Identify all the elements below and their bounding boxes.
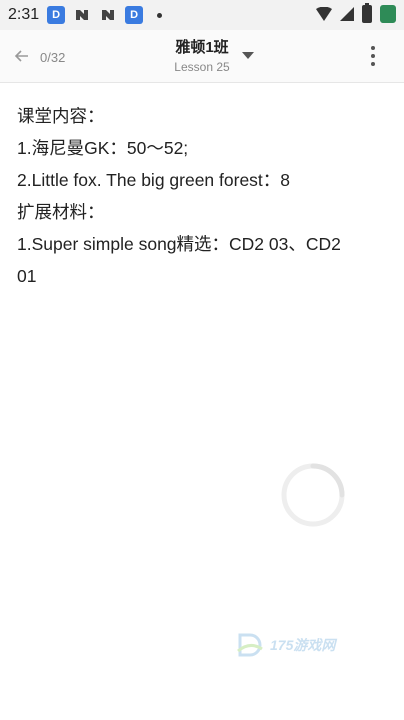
lesson-content: 课堂内容： 1.海尼曼GK：50～52; 2.Little fox. The b… <box>17 100 387 292</box>
battery-icon <box>362 3 372 23</box>
content-line: 扩展材料： <box>17 202 105 222</box>
notification-more-dot <box>157 12 163 18</box>
chevron-down-icon[interactable] <box>242 52 254 59</box>
wifi-icon <box>316 7 332 21</box>
content-line: 1.Super simple song精选：CD2 03、CD2 <box>17 234 341 254</box>
status-bar: 2:31 D D <box>0 0 404 30</box>
app-status-icon <box>380 5 396 23</box>
notification-app-icon-2: D <box>125 6 144 24</box>
content-line: 1.海尼曼GK：50～52; <box>17 138 189 158</box>
lesson-subtitle: Lesson 25 <box>174 60 230 74</box>
app-header: 0/32 雅顿1班 Lesson 25 <box>0 30 404 83</box>
signal-icon <box>340 7 354 21</box>
watermark-logo-icon <box>237 633 263 657</box>
watermark-text: 175游戏网 <box>270 637 336 653</box>
status-time: 2:31 <box>8 6 40 23</box>
notification-sync-icon <box>76 10 89 20</box>
notification-sync-icon-2 <box>102 10 115 20</box>
content-line: 课堂内容： <box>17 106 105 126</box>
content-line: 01 <box>17 266 37 286</box>
loading-spinner-icon <box>281 463 345 527</box>
content-line: 2.Little fox. The big green forest：8 <box>17 170 291 190</box>
header-title-area[interactable]: 雅顿1班 Lesson 25 <box>0 36 404 74</box>
status-right-icons <box>316 3 396 23</box>
class-title[interactable]: 雅顿1班 <box>0 36 404 57</box>
notification-app-icon: D <box>47 6 66 24</box>
more-options-icon[interactable] <box>370 46 376 68</box>
watermark: 175游戏网 <box>236 628 366 662</box>
